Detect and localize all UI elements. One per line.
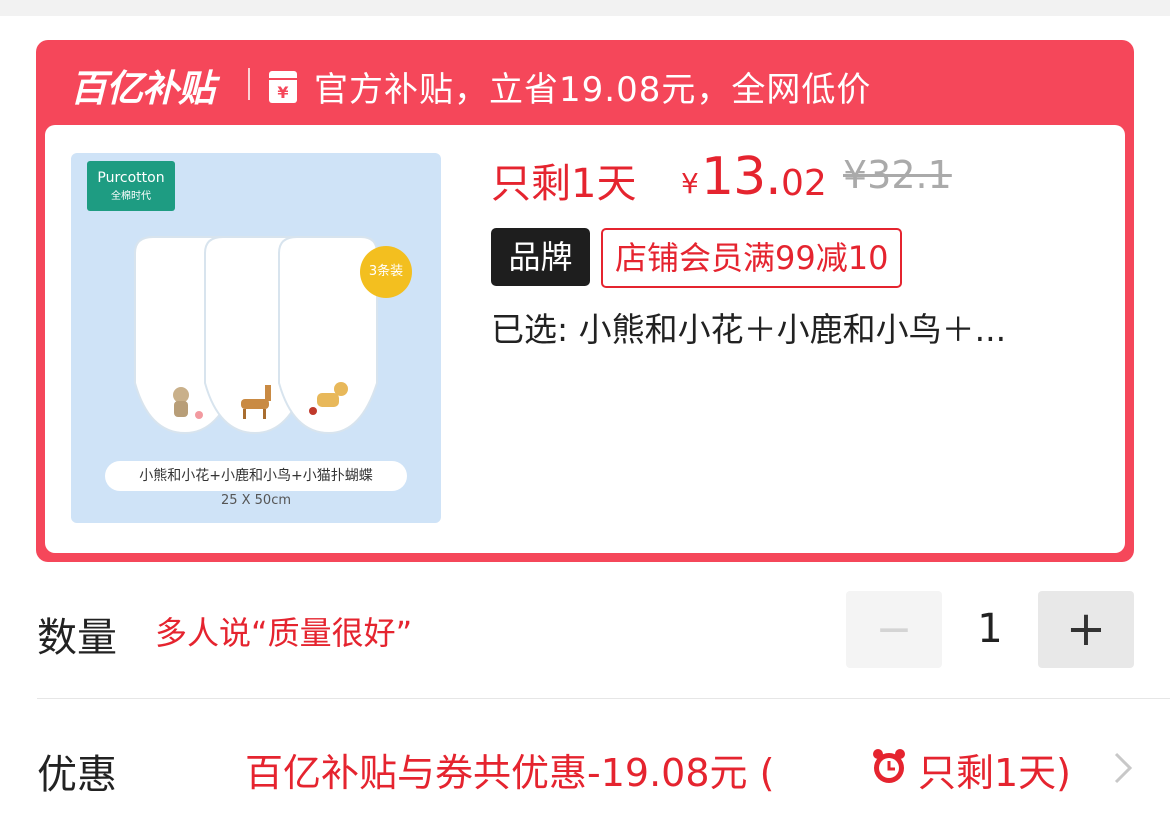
pack-badge: 3条装 bbox=[360, 246, 412, 298]
subsidy-logo: 百亿补贴 bbox=[70, 67, 215, 110]
purcotton-logo: Purcotton 全棉时代 bbox=[87, 161, 175, 211]
quantity-label: 数量 bbox=[37, 615, 117, 661]
quantity-minus-button[interactable]: − bbox=[846, 591, 942, 668]
price-row: 只剩1天 ¥ 13. 02 ¥32.1 bbox=[491, 147, 1111, 207]
variant-caption: 小熊和小花+小鹿和小鸟+小猫扑蝴蝶 bbox=[105, 461, 407, 491]
product-panel[interactable]: Purcotton 全棉时代 3条装 小熊和小花+小鹿和小鸟+小猫扑蝴蝶 25 … bbox=[45, 125, 1125, 553]
subsidy-card: 百亿补贴 ¥ 官方补贴，立省19.08元，全网低价 Purcotton 全棉时代 bbox=[36, 40, 1134, 562]
price-currency: ¥ bbox=[681, 167, 699, 200]
clock-icon bbox=[873, 749, 905, 783]
product-image[interactable]: Purcotton 全棉时代 3条装 小熊和小花+小鹿和小鸟+小猫扑蝴蝶 25 … bbox=[71, 153, 441, 523]
chevron-right-icon[interactable] bbox=[1112, 750, 1134, 786]
logo-name: Purcotton bbox=[97, 170, 165, 186]
price-decimals: 02 bbox=[781, 163, 827, 204]
top-strip bbox=[0, 0, 1170, 16]
discount-remaining[interactable]: 只剩1天) bbox=[918, 742, 1071, 797]
original-price: ¥32.1 bbox=[843, 153, 952, 197]
svg-text:¥: ¥ bbox=[277, 83, 288, 102]
quantity-plus-button[interactable]: + bbox=[1038, 591, 1134, 668]
discount-text[interactable]: 百亿补贴与券共优惠-19.08元 ( bbox=[245, 742, 774, 797]
logo-sub: 全棉时代 bbox=[111, 191, 151, 202]
countdown-text: 只剩1天 bbox=[491, 161, 637, 207]
quantity-value[interactable]: 1 bbox=[966, 606, 1014, 652]
row-divider bbox=[37, 698, 1170, 699]
towel-illustration bbox=[134, 236, 378, 435]
quantity-hint: 多人说“质量很好” bbox=[155, 614, 413, 652]
discount-label: 优惠 bbox=[37, 752, 117, 798]
subsidy-header-text: 官方补贴，立省19.08元，全网低价 bbox=[314, 70, 872, 110]
selected-variant[interactable]: 已选: 小熊和小花＋小鹿和小鸟＋... bbox=[491, 303, 1006, 351]
tag-row: 品牌 店铺会员满99减10 bbox=[491, 227, 1111, 288]
price-main: 13. bbox=[701, 147, 782, 207]
header-divider bbox=[248, 68, 250, 100]
promo-tag[interactable]: 店铺会员满99减10 bbox=[601, 228, 903, 288]
ticket-icon: ¥ bbox=[269, 71, 297, 103]
subsidy-header: 百亿补贴 ¥ 官方补贴，立省19.08元，全网低价 bbox=[36, 40, 1134, 126]
size-caption: 25 X 50cm bbox=[220, 493, 292, 508]
brand-tag: 品牌 bbox=[491, 228, 590, 286]
